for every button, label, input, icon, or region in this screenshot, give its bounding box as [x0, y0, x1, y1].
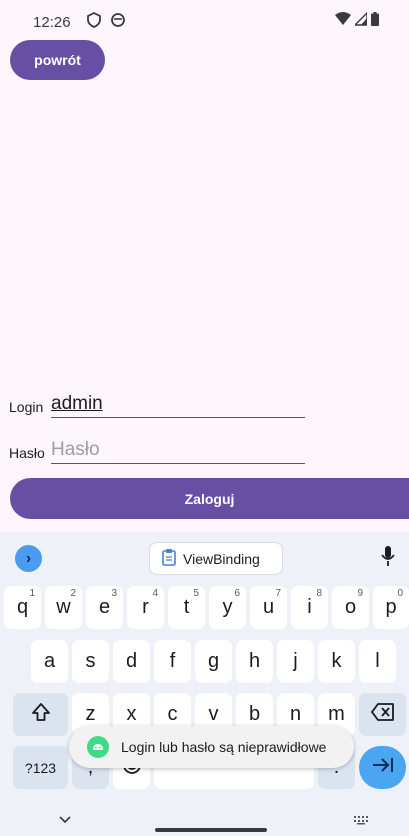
symbols-key[interactable]: ?123	[13, 746, 68, 789]
key-label: o	[344, 596, 357, 618]
battery-icon	[371, 12, 379, 31]
key-o[interactable]: o9	[332, 586, 369, 629]
expand-toolbar-button[interactable]: ›	[15, 545, 42, 572]
key-i[interactable]: i8	[291, 586, 328, 629]
key-label: f	[169, 650, 176, 672]
key-label: b	[248, 703, 261, 725]
navigation-bar	[0, 800, 409, 836]
key-label: v	[208, 703, 219, 725]
key-label: y	[222, 596, 233, 618]
key-hint: 4	[152, 588, 158, 599]
key-label: k	[331, 650, 342, 672]
key-label: z	[85, 703, 96, 725]
key-hint: 7	[275, 588, 281, 599]
login-label: Login	[9, 399, 44, 415]
key-label: c	[167, 703, 178, 725]
signal-icon	[353, 11, 368, 31]
status-bar: 12:26	[0, 0, 409, 38]
shift-key[interactable]	[13, 693, 68, 736]
password-label: Hasło	[9, 445, 45, 461]
key-label: a	[43, 650, 56, 672]
clipboard-icon	[162, 548, 176, 569]
key-label: t	[183, 596, 190, 618]
key-hint: 9	[357, 588, 363, 599]
key-q[interactable]: q1	[4, 586, 41, 629]
key-label: w	[56, 596, 71, 618]
key-t[interactable]: t5	[168, 586, 205, 629]
android-icon	[87, 736, 109, 758]
key-hint: 2	[70, 588, 76, 599]
backspace-key[interactable]	[359, 693, 406, 736]
key-label: x	[126, 703, 137, 725]
login-input[interactable]	[51, 390, 305, 418]
next-key[interactable]	[359, 746, 406, 789]
key-label: s	[85, 650, 96, 672]
keyboard-switcher-icon[interactable]	[353, 812, 369, 830]
key-label: e	[98, 596, 111, 618]
suggestion-text: ViewBinding	[183, 550, 260, 567]
key-label: i	[307, 596, 312, 618]
key-label: p	[385, 596, 397, 618]
login-button[interactable]: Zaloguj	[10, 478, 409, 519]
key-label: q	[16, 596, 29, 618]
chevron-right-icon: ›	[25, 549, 32, 567]
key-label: h	[248, 650, 261, 672]
key-u[interactable]: u7	[250, 586, 287, 629]
key-f[interactable]: f	[154, 640, 191, 683]
microphone-icon[interactable]	[381, 545, 395, 572]
key-hint: 6	[234, 588, 240, 599]
password-input[interactable]	[51, 436, 305, 464]
tab-next-icon	[372, 756, 394, 779]
key-e[interactable]: e3	[86, 586, 123, 629]
data-saver-icon	[86, 11, 102, 33]
key-k[interactable]: k	[318, 640, 355, 683]
back-button[interactable]: powrót	[10, 40, 105, 80]
key-d[interactable]: d	[113, 640, 150, 683]
key-h[interactable]: h	[236, 640, 273, 683]
key-r[interactable]: r4	[127, 586, 164, 629]
key-label: j	[293, 650, 298, 672]
keyboard-toolbar: › ViewBinding	[0, 532, 409, 582]
key-label: g	[207, 650, 220, 672]
key-j[interactable]: j	[277, 640, 314, 683]
key-label: r	[142, 596, 149, 618]
on-screen-keyboard: › ViewBinding q1 w2 e3 r4 t5 y6 u7 i8 o9…	[0, 532, 409, 836]
clipboard-suggestion-chip[interactable]: ViewBinding	[149, 542, 283, 575]
key-label: d	[125, 650, 138, 672]
key-label: l	[375, 650, 380, 672]
home-gesture-handle[interactable]	[155, 828, 267, 832]
key-l[interactable]: l	[359, 640, 396, 683]
key-label: n	[289, 703, 302, 725]
key-label: ?123	[24, 759, 57, 776]
key-w[interactable]: w2	[45, 586, 82, 629]
wifi-icon	[335, 12, 351, 31]
key-p[interactable]: p0	[373, 586, 409, 629]
key-g[interactable]: g	[195, 640, 232, 683]
key-y[interactable]: y6	[209, 586, 246, 629]
backspace-icon	[370, 702, 395, 727]
hide-keyboard-icon[interactable]	[58, 812, 72, 830]
key-label: m	[328, 703, 345, 725]
key-a[interactable]: a	[31, 640, 68, 683]
key-s[interactable]: s	[72, 640, 109, 683]
key-hint: 3	[111, 588, 117, 599]
key-hint: 0	[397, 588, 403, 599]
app-notification-icon	[110, 12, 126, 33]
key-label: u	[262, 596, 275, 618]
toast-message: Login lub hasło są nieprawidłowe	[121, 739, 327, 755]
shift-icon	[31, 702, 51, 728]
key-hint: 5	[193, 588, 199, 599]
key-hint: 1	[29, 588, 35, 599]
error-toast: Login lub hasło są nieprawidłowe	[69, 726, 354, 768]
status-time: 12:26	[33, 14, 71, 31]
key-hint: 8	[316, 588, 322, 599]
